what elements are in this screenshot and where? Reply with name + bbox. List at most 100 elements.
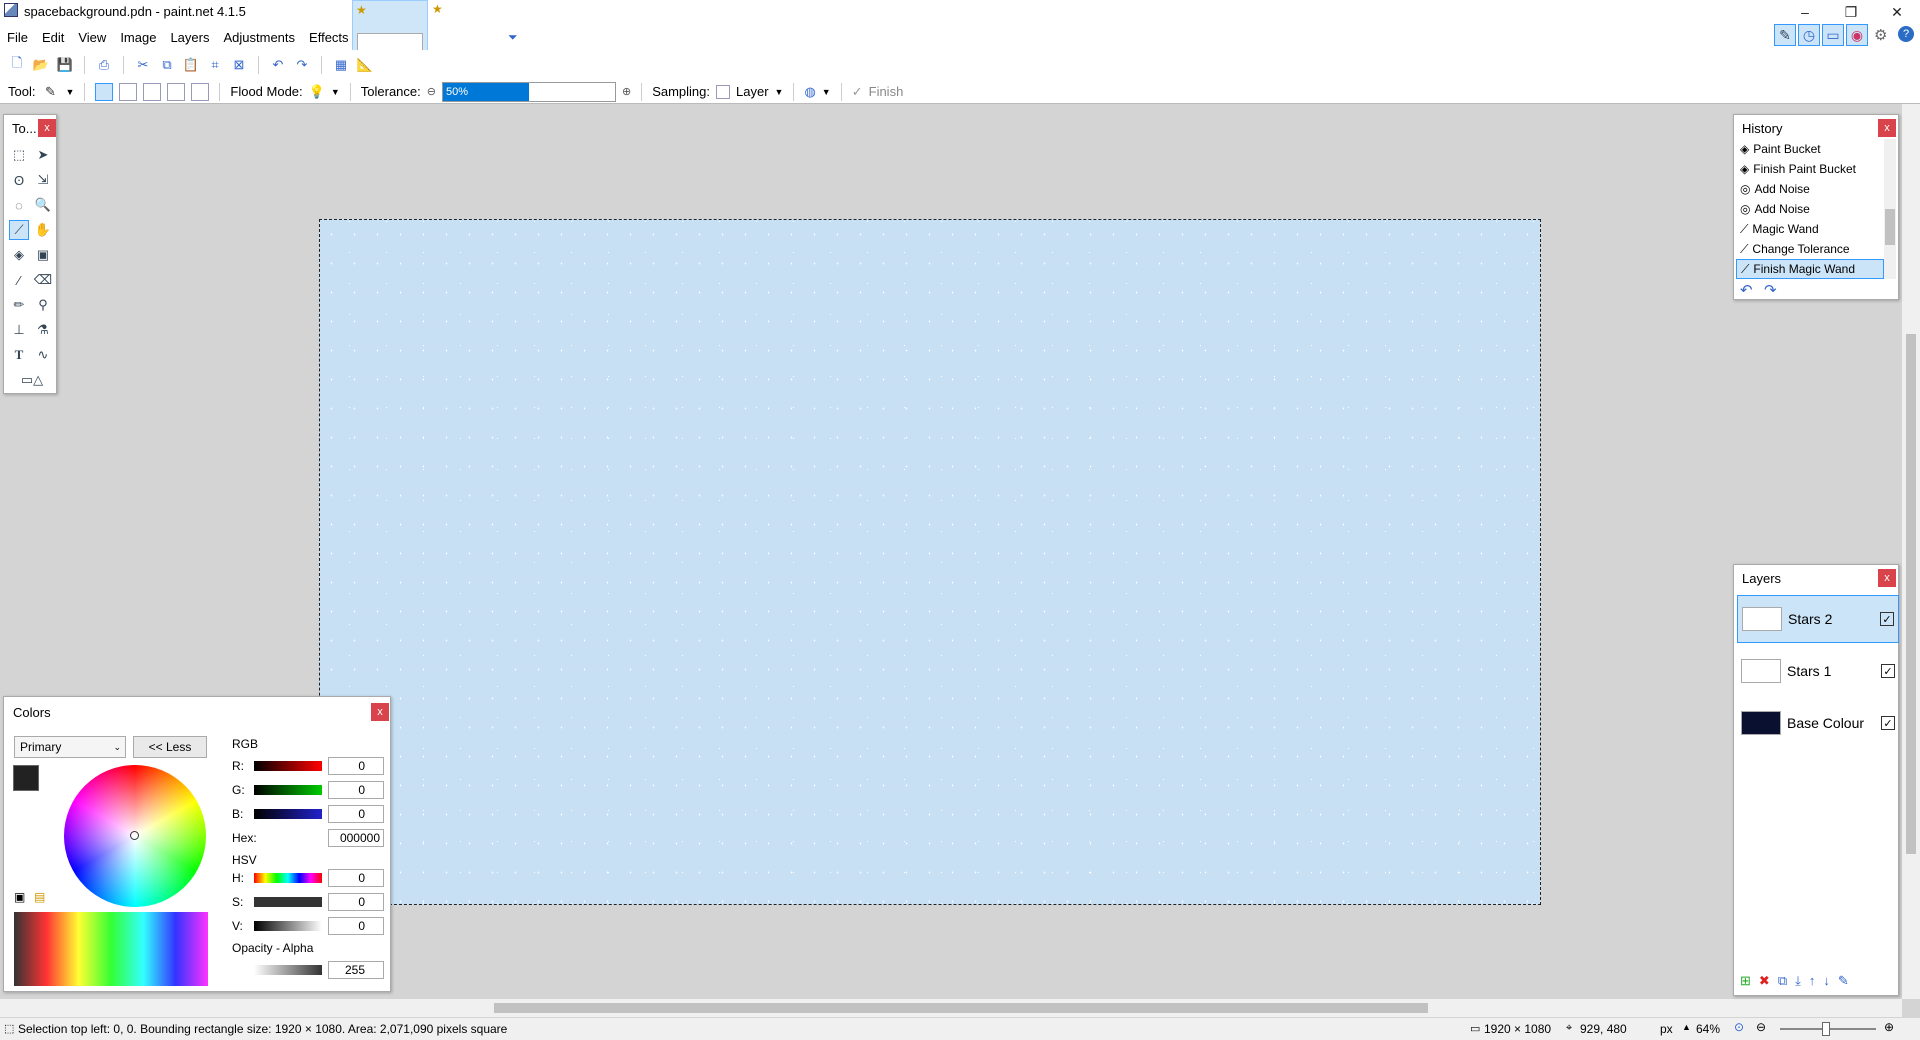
history-scrollbar[interactable] bbox=[1884, 139, 1896, 279]
new-image-icon[interactable]: 🗋 bbox=[8, 55, 26, 74]
blue-value[interactable]: 0 bbox=[328, 805, 384, 823]
menu-file[interactable]: File bbox=[0, 30, 35, 45]
redo-icon[interactable]: ↷ bbox=[1764, 281, 1777, 299]
restore-button[interactable]: ❐ bbox=[1828, 0, 1874, 24]
pan-icon[interactable]: ✋ bbox=[33, 220, 53, 240]
duplicate-layer-icon[interactable]: ⧉ bbox=[1778, 973, 1787, 989]
color-wheel[interactable] bbox=[64, 765, 206, 907]
history-item[interactable]: ◎ Add Noise bbox=[1736, 199, 1884, 219]
save-icon[interactable]: 💾 bbox=[56, 56, 74, 74]
antialiasing-icon[interactable]: ◍ bbox=[804, 84, 815, 100]
red-slider[interactable] bbox=[254, 761, 322, 771]
less-button[interactable]: << Less bbox=[133, 736, 207, 758]
layer-properties-icon[interactable]: ✎ bbox=[1838, 973, 1849, 989]
selection-mode-union[interactable] bbox=[119, 82, 138, 101]
units-select[interactable]: px bbox=[1660, 1022, 1673, 1036]
move-selected-icon[interactable]: ⇲ bbox=[33, 170, 53, 190]
menu-effects[interactable]: Effects bbox=[302, 30, 356, 45]
open-icon[interactable]: 📂 bbox=[32, 56, 50, 74]
flood-mode-icon[interactable]: 💡 bbox=[309, 84, 325, 100]
palette-menu-icon[interactable]: ▤ bbox=[34, 890, 45, 904]
chevron-down-icon[interactable]: ▼ bbox=[331, 87, 340, 97]
zoom-to-window-icon[interactable]: ⊙ bbox=[1734, 1020, 1744, 1034]
vertical-scrollbar[interactable] bbox=[1902, 104, 1920, 999]
chevron-up-icon[interactable]: ▲ bbox=[1682, 1022, 1691, 1032]
gradient-icon[interactable]: ▣ bbox=[33, 245, 53, 265]
history-item[interactable]: ⟋ Change Tolerance bbox=[1736, 239, 1884, 259]
saturation-value[interactable]: 0 bbox=[328, 893, 384, 911]
add-palette-color-icon[interactable]: ▣ bbox=[14, 890, 25, 904]
color-mode-select[interactable]: Primary ⌄ bbox=[14, 736, 126, 758]
menu-layers[interactable]: Layers bbox=[163, 30, 216, 45]
close-window-button[interactable]: ✕ bbox=[1874, 0, 1920, 24]
horizontal-scroll-thumb[interactable] bbox=[494, 1003, 1428, 1013]
layer-visibility-checkbox[interactable]: ✓ bbox=[1881, 664, 1895, 678]
selection-mode-replace[interactable] bbox=[95, 82, 114, 101]
redo-icon[interactable]: ↷ bbox=[293, 56, 311, 74]
ruler-icon[interactable]: 📐 bbox=[356, 56, 374, 74]
clone-stamp-icon[interactable]: ⊥ bbox=[9, 320, 29, 340]
crop-icon[interactable]: ⌗ bbox=[206, 56, 224, 74]
history-window-icon[interactable]: ◷ bbox=[1798, 24, 1820, 46]
zoom-in-icon[interactable]: ⊕ bbox=[1884, 1020, 1894, 1034]
zoom-slider-thumb[interactable] bbox=[1822, 1022, 1830, 1036]
sampling-value[interactable]: Layer bbox=[736, 84, 769, 99]
hue-slider[interactable] bbox=[254, 873, 322, 883]
hex-value[interactable]: 000000 bbox=[328, 829, 384, 847]
alpha-value[interactable]: 255 bbox=[328, 961, 384, 979]
paste-icon[interactable]: 📋 bbox=[182, 56, 200, 74]
layer-row-stars-1[interactable]: Stars 1 ✓ bbox=[1737, 647, 1899, 695]
history-item-active[interactable]: ⟋ Finish Magic Wand bbox=[1736, 259, 1884, 279]
recolor-icon[interactable]: ⚗ bbox=[33, 320, 53, 340]
move-layer-up-icon[interactable]: ↑ bbox=[1809, 973, 1816, 989]
tab-list-dropdown-icon[interactable]: ⏷ bbox=[508, 30, 518, 45]
minimize-button[interactable]: – bbox=[1782, 0, 1828, 24]
tolerance-slider[interactable]: 50% bbox=[441, 81, 616, 102]
primary-color-swatch[interactable] bbox=[13, 765, 39, 791]
layers-window-icon[interactable]: ▭ bbox=[1822, 24, 1844, 46]
delete-layer-icon[interactable]: ✖ bbox=[1759, 973, 1770, 989]
menu-image[interactable]: Image bbox=[113, 30, 163, 45]
ellipse-select-icon[interactable]: ◌ bbox=[9, 195, 29, 215]
color-palette[interactable] bbox=[14, 912, 208, 986]
hue-value[interactable]: 0 bbox=[328, 869, 384, 887]
chevron-down-icon[interactable]: ▼ bbox=[775, 87, 784, 97]
eraser-icon[interactable]: ⌫ bbox=[33, 270, 53, 290]
color-picker-icon[interactable]: ⚲ bbox=[33, 295, 53, 315]
history-item[interactable]: ◈ Finish Paint Bucket bbox=[1736, 159, 1884, 179]
history-scroll-thumb[interactable] bbox=[1885, 209, 1895, 245]
shapes-icon[interactable]: ▭△ bbox=[14, 370, 50, 390]
tolerance-decrease-icon[interactable]: ⊖ bbox=[427, 85, 436, 98]
green-slider[interactable] bbox=[254, 785, 322, 795]
menu-adjustments[interactable]: Adjustments bbox=[216, 30, 302, 45]
paintbrush-icon[interactable]: ⁄ bbox=[9, 270, 29, 290]
value-slider[interactable] bbox=[254, 921, 322, 931]
blue-slider[interactable] bbox=[254, 809, 322, 819]
zoom-level[interactable]: 64% bbox=[1696, 1022, 1720, 1036]
line-curve-icon[interactable]: ∿ bbox=[33, 345, 53, 365]
colors-window-icon[interactable]: ◉ bbox=[1846, 24, 1868, 46]
paint-bucket-icon[interactable]: ◈ bbox=[9, 245, 29, 265]
zoom-out-icon[interactable]: ⊖ bbox=[1756, 1020, 1766, 1034]
lasso-select-icon[interactable]: ʘ bbox=[9, 170, 29, 190]
copy-icon[interactable]: ⧉ bbox=[158, 56, 176, 74]
saturation-slider[interactable] bbox=[254, 897, 322, 907]
tools-panel-close-button[interactable]: x bbox=[38, 119, 56, 137]
rectangle-select-icon[interactable]: ⬚ bbox=[9, 145, 29, 165]
help-icon[interactable]: ? bbox=[1898, 26, 1914, 42]
move-selection-icon[interactable]: ➤ bbox=[33, 145, 53, 165]
magic-wand-icon[interactable]: ✎ bbox=[41, 83, 59, 101]
alpha-slider[interactable] bbox=[254, 965, 322, 975]
layer-row-stars-2[interactable]: Stars 2 ✓ bbox=[1737, 595, 1899, 643]
colors-panel-close-button[interactable]: x bbox=[371, 703, 389, 721]
undo-icon[interactable]: ↶ bbox=[1740, 281, 1753, 299]
selection-mode-invert[interactable] bbox=[191, 82, 210, 101]
pencil-icon[interactable]: ✏ bbox=[9, 295, 29, 315]
menu-view[interactable]: View bbox=[71, 30, 113, 45]
color-wheel-cursor[interactable] bbox=[130, 831, 139, 840]
green-value[interactable]: 0 bbox=[328, 781, 384, 799]
history-item[interactable]: ◎ Add Noise bbox=[1736, 179, 1884, 199]
finish-button[interactable]: Finish bbox=[869, 84, 904, 99]
chevron-down-icon[interactable]: ▼ bbox=[65, 87, 74, 97]
layers-panel-close-button[interactable]: x bbox=[1878, 569, 1896, 587]
